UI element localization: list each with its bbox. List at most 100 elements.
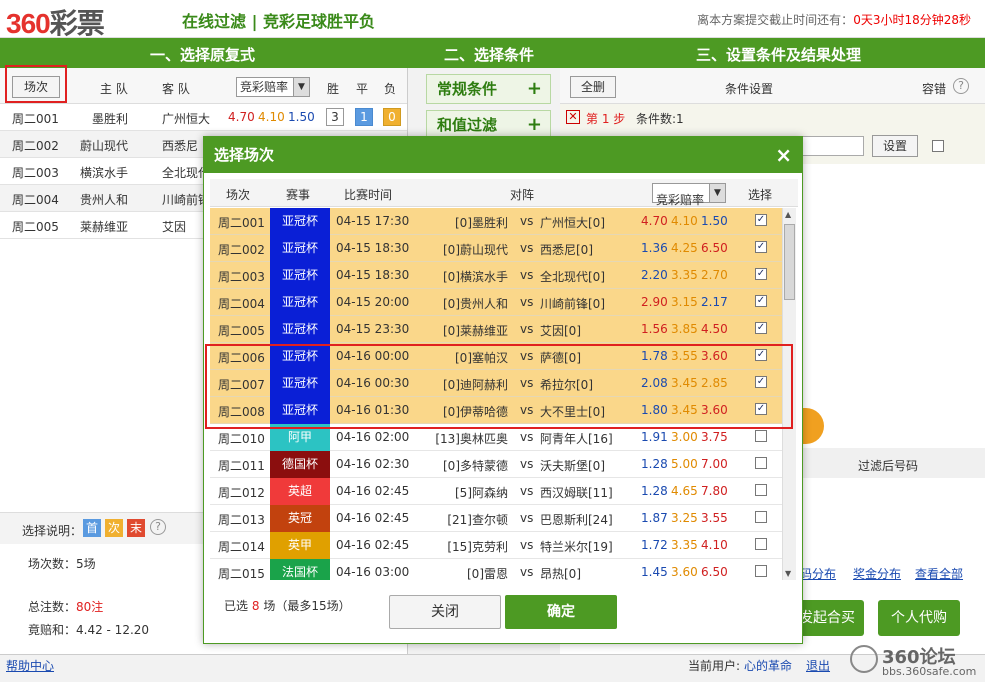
odds-draw: 3.35	[671, 268, 698, 282]
close-button[interactable]: 关闭	[389, 595, 501, 629]
win-pick-button[interactable]: 3	[326, 108, 344, 126]
row-vs: vs	[520, 565, 534, 579]
select-checkbox[interactable]: ✓	[755, 241, 767, 253]
table-row[interactable]: 周二001 墨胜利 广州恒大 4.70 4.10 1.50 3 1 0	[0, 104, 407, 131]
step-bar: 一、选择原复式 二、选择条件 三、设置条件及结果处理	[0, 38, 985, 68]
help-icon[interactable]: ?	[953, 78, 969, 94]
lose-header: 负	[384, 82, 397, 96]
watermark-logo-icon	[850, 645, 878, 673]
user-link[interactable]: 心的革命	[744, 657, 792, 674]
code-distribution-link[interactable]: 码分布	[800, 565, 836, 582]
normal-conditions-button[interactable]: 常规条件 +	[426, 74, 551, 104]
row-away: 艾因[0]	[540, 324, 581, 338]
table-row[interactable]: 周二003 亚冠杯 04-15 18:30 [0]横滨水手 vs 全北现代[0] 2.20 3…	[210, 262, 782, 289]
lose-pick-button[interactable]: 0	[383, 108, 401, 126]
odds-select[interactable]: 竞彩赔率 ▼	[236, 77, 310, 97]
row-away: 川崎前锋[0]	[540, 297, 605, 311]
row-away: 艾因	[162, 220, 187, 234]
deadline: 离本方案提交截止时间还有：0天3小时18分钟28秒	[697, 13, 971, 27]
checkbox[interactable]	[932, 140, 944, 152]
scroll-down-icon[interactable]: ▼	[785, 569, 791, 578]
delete-all-button[interactable]: 全删	[570, 76, 616, 98]
select-checkbox[interactable]: ✓	[755, 268, 767, 280]
row-no: 周二011	[218, 459, 265, 473]
select-checkbox[interactable]	[755, 457, 767, 469]
table-row[interactable]: 周二011 德国杯 04-16 02:30 [0]多特蒙德 vs 沃夫斯堡[0] 1.28 5…	[210, 451, 782, 478]
table-row[interactable]: 周二005 亚冠杯 04-15 23:30 [0]莱赫维亚 vs 艾因[0] 1.56 3.8…	[210, 316, 782, 343]
row-away: 西悉尼[0]	[540, 243, 593, 257]
row-vs: vs	[520, 268, 534, 282]
table-row[interactable]: 周二004 亚冠杯 04-15 20:00 [0]贵州人和 vs 川崎前锋[0] 2.90 3…	[210, 289, 782, 316]
table-row[interactable]: 周二002 亚冠杯 04-15 18:30 [0]蔚山现代 vs 西悉尼[0] 1.36 4.…	[210, 235, 782, 262]
close-icon[interactable]: ×	[775, 137, 792, 173]
row-away: 全北现代[0]	[540, 270, 605, 284]
personal-buy-button[interactable]: 个人代购	[878, 600, 960, 636]
dialog-table-header: 场次 赛事 比赛时间 对阵 竞彩赔率 ▼ 选择	[210, 179, 798, 207]
row-time: 04-16 03:00	[336, 565, 410, 579]
event-badge: 英冠	[270, 505, 330, 532]
odds-select[interactable]: 竞彩赔率 ▼	[652, 183, 726, 207]
table-row[interactable]: 周二013 英冠 04-16 02:45 [21]查尔顿 vs 巴恩斯利[24] 1.87 3…	[210, 505, 782, 532]
table-row[interactable]: 周二015 法国杯 04-16 03:00 [0]雷恩 vs 昂热[0] 1.45 3.60 6…	[210, 559, 782, 580]
table-row[interactable]: 周二012 英超 04-16 02:45 [5]阿森纳 vs 西汉姆联[11] 1.28 4.…	[210, 478, 782, 505]
odds-win: 1.56	[641, 322, 668, 336]
view-all-link[interactable]: 查看全部	[915, 565, 963, 582]
row-vs: vs	[520, 511, 534, 525]
plus-icon: +	[526, 78, 542, 99]
select-checkbox[interactable]	[755, 430, 767, 442]
logout-link[interactable]: 退出	[806, 657, 830, 674]
select-checkbox[interactable]	[755, 565, 767, 577]
close-icon[interactable]: ✕	[566, 110, 580, 124]
row-home: [15]克劳利	[447, 540, 508, 554]
chevron-down-icon: ▼	[293, 78, 309, 96]
scroll-thumb[interactable]	[784, 224, 795, 300]
top-header: 360彩票 在线过滤 | 竞彩足球胜平负 离本方案提交截止时间还有：0天3小时1…	[0, 0, 985, 39]
row-time: 04-15 20:00	[336, 295, 410, 309]
event-badge: 英超	[270, 478, 330, 505]
odds-lose: 1.50	[288, 110, 315, 124]
page-subtitle: 在线过滤 | 竞彩足球胜平负	[182, 12, 375, 31]
selected-summary: 已选 8 场（最多15场）	[224, 599, 351, 613]
draw-pick-button[interactable]: 1	[355, 108, 373, 126]
orange-circle	[800, 408, 824, 444]
row-vs: vs	[520, 322, 534, 336]
row-no: 周二015	[218, 567, 265, 580]
highlight-match-header	[5, 65, 67, 103]
row-no: 周二014	[218, 540, 265, 554]
select-checkbox[interactable]: ✓	[755, 295, 767, 307]
set-button[interactable]: 设置	[872, 135, 918, 157]
row-vs: vs	[520, 538, 534, 552]
watermark: 360论坛 bbs.360safe.com	[850, 643, 980, 681]
row-time: 04-16 02:45	[336, 511, 410, 525]
odds-win: 1.45	[641, 565, 668, 579]
select-checkbox[interactable]: ✓	[755, 322, 767, 334]
odds-lose: 4.10	[701, 538, 728, 552]
prize-distribution-link[interactable]: 奖金分布	[853, 565, 901, 582]
bets-total: 总注数：80注	[28, 600, 104, 614]
row-home: [13]奥林匹奥	[435, 432, 508, 446]
table-row[interactable]: 周二001 亚冠杯 04-15 17:30 [0]墨胜利 vs 广州恒大[0] 4.70 4.…	[210, 208, 782, 235]
select-checkbox[interactable]	[755, 538, 767, 550]
scroll-up-icon[interactable]: ▲	[785, 210, 791, 219]
help-icon[interactable]: ?	[150, 519, 166, 535]
select-checkbox[interactable]: ✓	[755, 214, 767, 226]
row-no: 周二013	[218, 513, 265, 527]
odds-draw: 4.10	[671, 214, 698, 228]
away-header: 客 队	[162, 82, 190, 96]
odds-draw: 3.60	[671, 565, 698, 579]
row-vs: vs	[520, 241, 534, 255]
row-home: [0]墨胜利	[455, 216, 508, 230]
table-row[interactable]: 周二014 英甲 04-16 02:45 [15]克劳利 vs 特兰米尔[19] 1.72 3…	[210, 532, 782, 559]
select-checkbox[interactable]	[755, 511, 767, 523]
watermark-url: bbs.360safe.com	[882, 665, 977, 678]
row-away: 特兰米尔[19]	[540, 540, 613, 554]
row-away: 西汉姆联[11]	[540, 486, 613, 500]
select-checkbox[interactable]	[755, 484, 767, 496]
filtered-label: 过滤后号码	[858, 459, 919, 473]
row-home: [0]莱赫维亚	[443, 324, 508, 338]
confirm-button[interactable]: 确定	[505, 595, 617, 629]
row-no: 周二001	[218, 216, 265, 230]
odds-lose: 6.50	[701, 565, 728, 579]
help-center-link[interactable]: 帮助中心	[6, 657, 54, 674]
col-time: 比赛时间	[344, 188, 393, 202]
